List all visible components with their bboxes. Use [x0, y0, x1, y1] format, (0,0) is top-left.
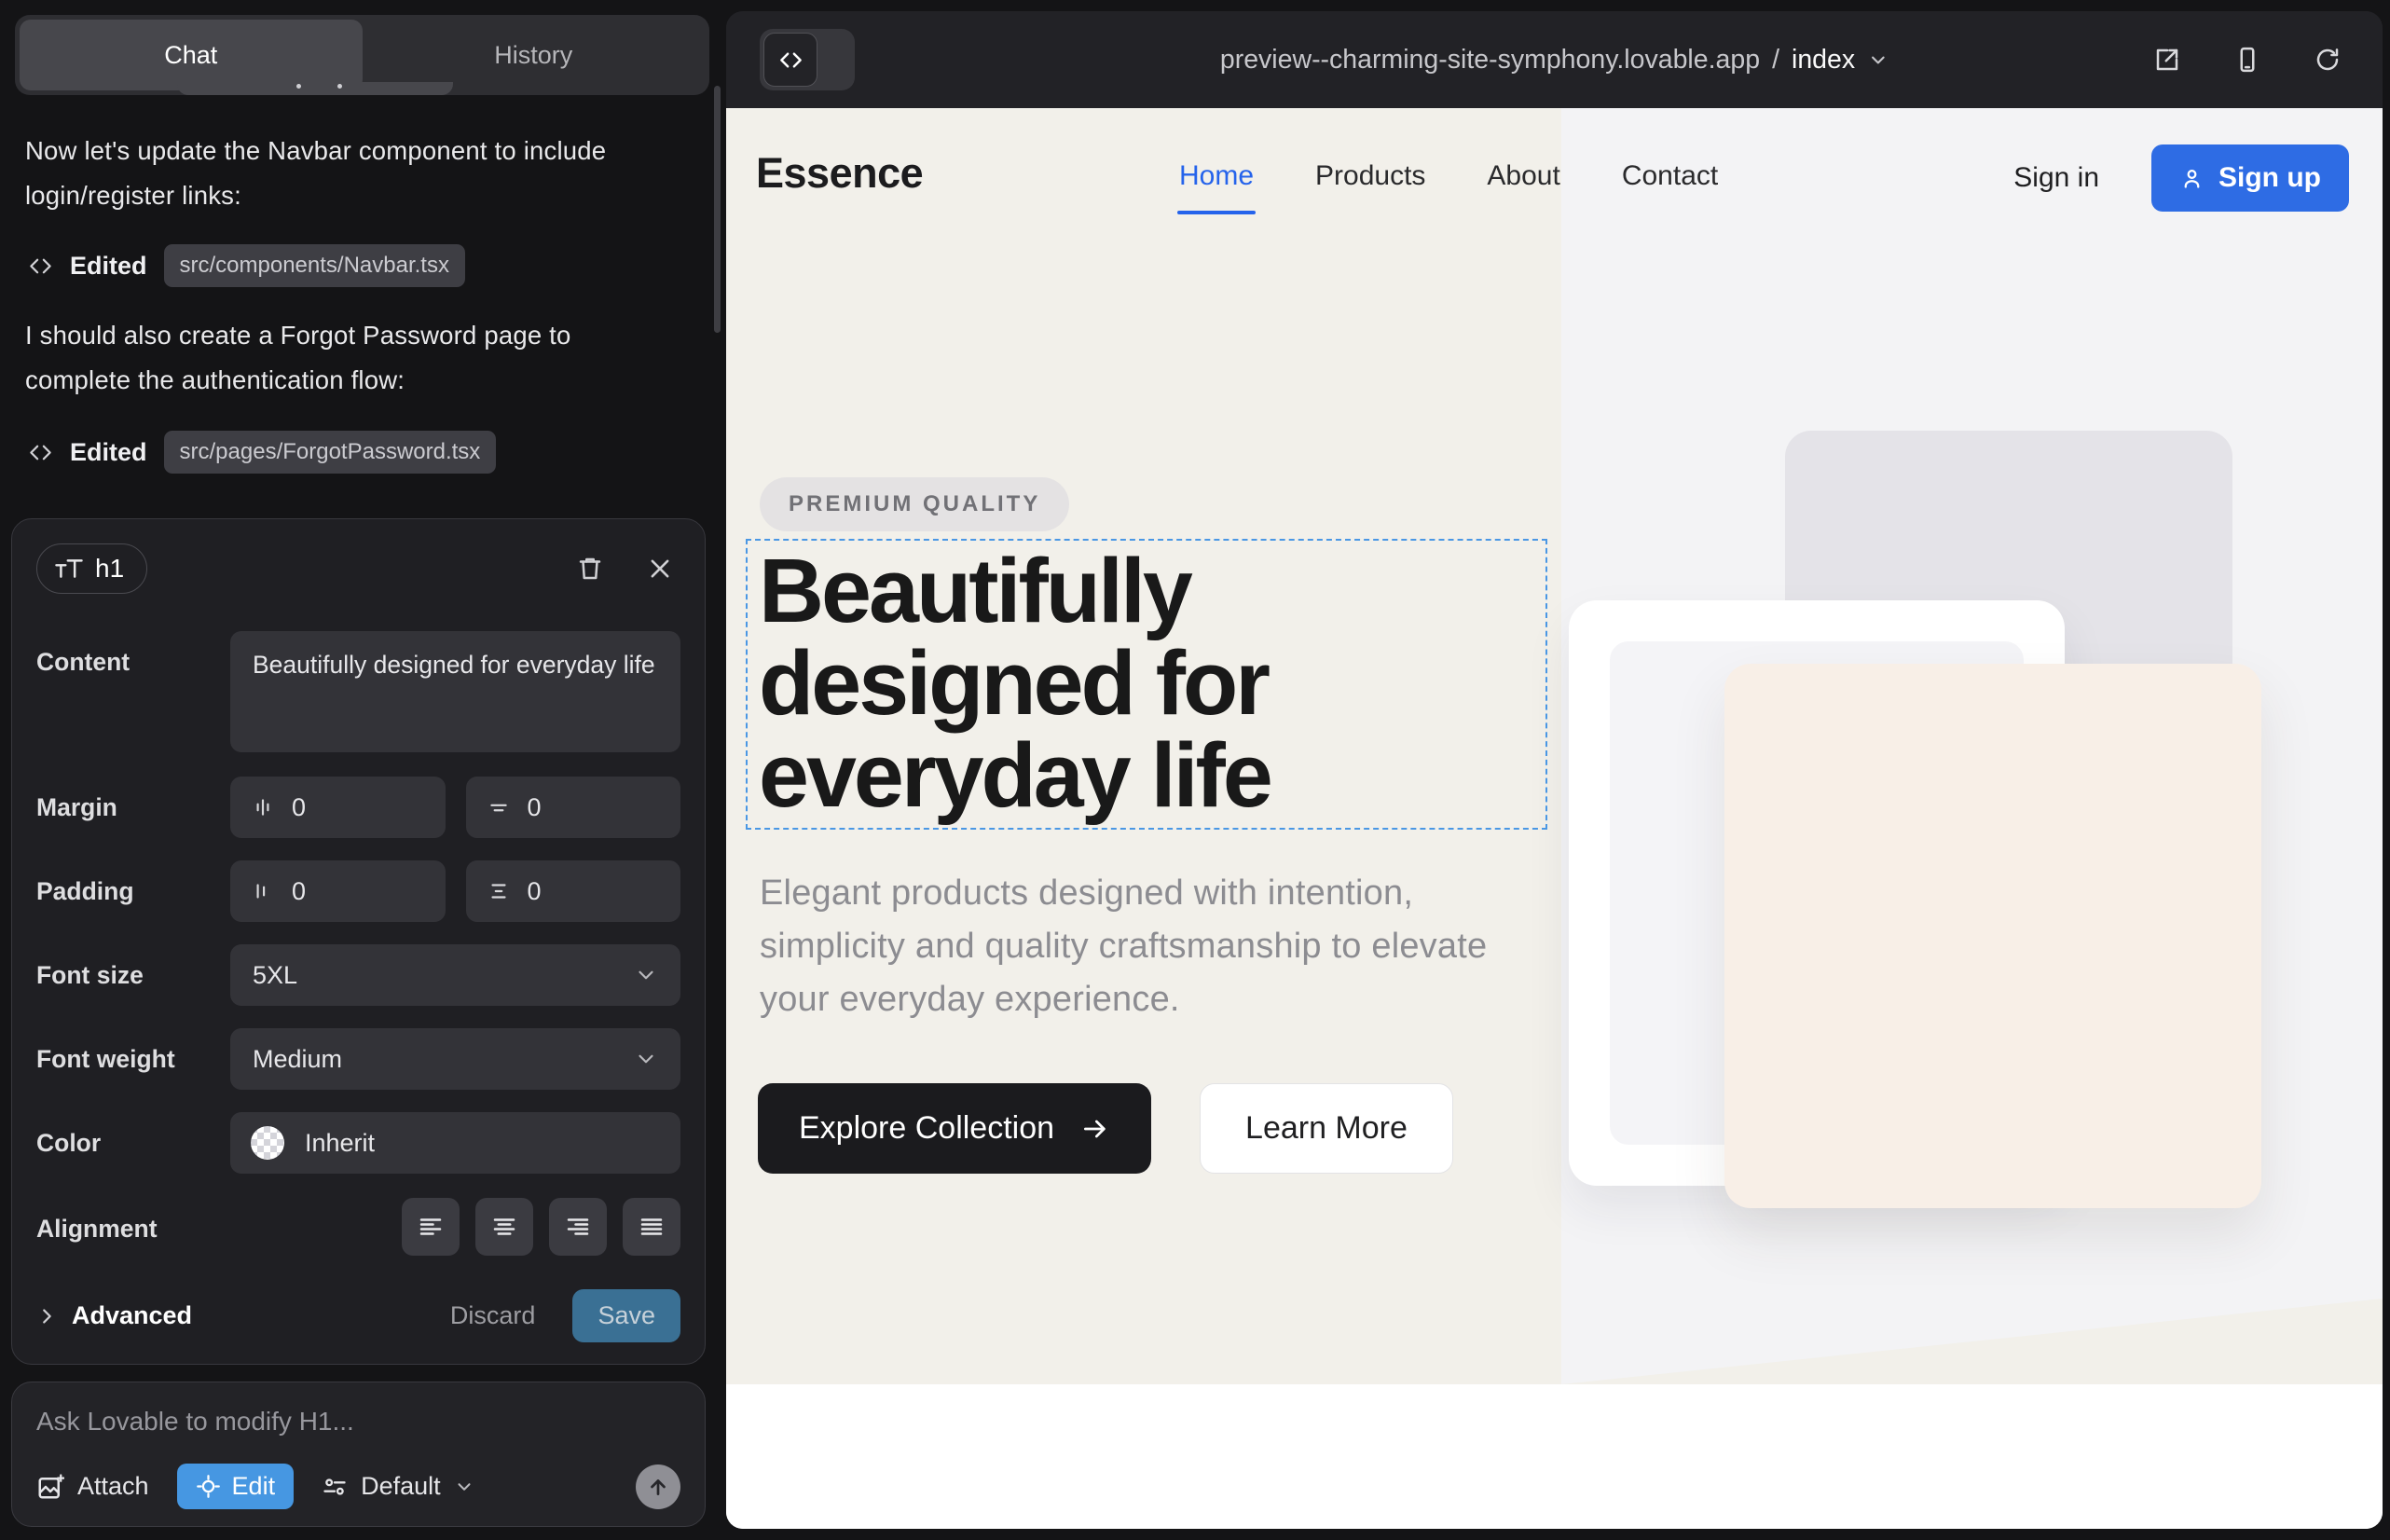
- code-icon: [28, 254, 53, 279]
- align-right-button[interactable]: [549, 1198, 607, 1256]
- image-plus-icon: [36, 1473, 64, 1501]
- text-size-icon: [54, 557, 84, 581]
- margin-horizontal-icon: [251, 795, 275, 819]
- alignment-label: Alignment: [36, 1198, 230, 1244]
- send-button[interactable]: [636, 1464, 680, 1509]
- hero-description: Elegant products designed with intention…: [760, 867, 1533, 1026]
- padding-horizontal-icon: [251, 879, 275, 903]
- nav-link-contact[interactable]: Contact: [1622, 160, 1718, 192]
- url-bar[interactable]: preview--charming-site-symphony.lovable.…: [1220, 11, 1889, 108]
- code-view-segment[interactable]: [763, 33, 817, 87]
- nav-link-about[interactable]: About: [1487, 160, 1559, 192]
- padding-vertical-icon: [487, 879, 511, 903]
- element-tag-label: h1: [95, 554, 124, 584]
- target-icon: [196, 1474, 221, 1499]
- margin-label: Margin: [36, 777, 230, 822]
- align-left-button[interactable]: [402, 1198, 460, 1256]
- explore-collection-button[interactable]: Explore Collection: [758, 1083, 1151, 1174]
- file-chip[interactable]: src/components/Navbar.tsx: [164, 244, 465, 287]
- arrow-right-icon: [1080, 1114, 1110, 1144]
- sign-up-button[interactable]: Sign up: [2151, 144, 2349, 212]
- nav-link-products[interactable]: Products: [1315, 160, 1425, 192]
- url-page: index: [1792, 45, 1855, 76]
- next-section: [726, 1384, 2383, 1529]
- site-brand[interactable]: Essence: [756, 149, 923, 198]
- padding-label: Padding: [36, 860, 230, 906]
- element-tag-badge: h1: [36, 543, 147, 594]
- code-icon: [778, 48, 804, 73]
- margin-vertical-icon: [487, 795, 511, 819]
- close-editor-button[interactable]: [647, 556, 673, 582]
- edited-label: Edited: [70, 252, 147, 281]
- color-select[interactable]: Inherit: [230, 1112, 680, 1174]
- learn-more-button[interactable]: Learn More: [1200, 1083, 1453, 1174]
- refresh-icon[interactable]: [2314, 46, 2342, 74]
- chevron-down-icon: [634, 963, 658, 987]
- tab-chat[interactable]: Chat: [20, 20, 363, 90]
- chevron-down-icon: [1867, 49, 1889, 71]
- edit-mode-button[interactable]: Edit: [177, 1464, 295, 1509]
- app-window: Chat History Now let's update the Navbar…: [0, 0, 2390, 1540]
- open-in-new-tab-icon[interactable]: [2153, 46, 2181, 74]
- hero-beige-card: [1724, 664, 2261, 1208]
- file-chip[interactable]: src/pages/ForgotPassword.tsx: [164, 431, 497, 474]
- discard-button[interactable]: Discard: [450, 1301, 536, 1330]
- scrolled-chip-partial: [177, 82, 453, 95]
- arrow-up-icon: [646, 1475, 670, 1499]
- sign-in-link[interactable]: Sign in: [2013, 162, 2099, 194]
- mobile-view-icon[interactable]: [2233, 46, 2261, 74]
- code-preview-toggle[interactable]: [760, 29, 855, 90]
- chat-panel: Chat History Now let's update the Navbar…: [0, 0, 726, 1540]
- tab-history[interactable]: History: [363, 20, 706, 90]
- person-icon: [2179, 166, 2205, 191]
- edited-label: Edited: [70, 438, 147, 467]
- font-weight-label: Font weight: [36, 1028, 230, 1074]
- sliders-icon: [322, 1474, 348, 1500]
- content-input[interactable]: Beautifully designed for everyday life: [230, 631, 680, 752]
- margin-y-input[interactable]: 0: [466, 777, 681, 838]
- chevron-down-icon: [634, 1047, 658, 1071]
- font-weight-select[interactable]: Medium: [230, 1028, 680, 1090]
- composer-input[interactable]: Ask Lovable to modify H1...: [36, 1407, 680, 1437]
- chat-composer: Ask Lovable to modify H1... Attach Edit: [11, 1382, 706, 1527]
- hero-diagonal-wedge: [1561, 1299, 2383, 1384]
- code-icon: [28, 440, 53, 465]
- content-label: Content: [36, 631, 230, 677]
- font-size-label: Font size: [36, 944, 230, 990]
- preview-window: preview--charming-site-symphony.lovable.…: [726, 11, 2383, 1529]
- site-page: Essence Home Products About Contact Sign…: [726, 108, 2383, 1529]
- align-justify-button[interactable]: [623, 1198, 680, 1256]
- margin-x-input[interactable]: 0: [230, 777, 446, 838]
- attach-button[interactable]: Attach: [36, 1472, 149, 1501]
- padding-x-input[interactable]: 0: [230, 860, 446, 922]
- element-editor-panel: h1 Content Beautifully designed for ever…: [11, 518, 706, 1365]
- font-size-select[interactable]: 5XL: [230, 944, 680, 1006]
- hero-headline[interactable]: Beautifully designed for everyday life: [759, 544, 1545, 821]
- save-button[interactable]: Save: [572, 1289, 680, 1342]
- url-host: preview--charming-site-symphony.lovable.…: [1220, 45, 1760, 76]
- url-separator: /: [1772, 45, 1779, 76]
- chat-scrollbar[interactable]: [714, 86, 721, 333]
- assistant-message: Now let's update the Navbar component to…: [25, 129, 652, 218]
- align-center-button[interactable]: [475, 1198, 533, 1256]
- h1-selection-outline[interactable]: Beautifully designed for everyday life: [746, 539, 1547, 830]
- padding-y-input[interactable]: 0: [466, 860, 681, 922]
- nav-link-home[interactable]: Home: [1179, 160, 1254, 192]
- site-navbar: Essence Home Products About Contact Sign…: [726, 108, 2383, 248]
- edited-file-row: Edited src/pages/ForgotPassword.tsx: [28, 431, 496, 474]
- assistant-message: I should also create a Forgot Password p…: [25, 313, 652, 403]
- color-swatch-transparent: [251, 1126, 284, 1160]
- color-label: Color: [36, 1112, 230, 1158]
- premium-quality-badge: PREMIUM QUALITY: [760, 477, 1069, 531]
- browser-toolbar: preview--charming-site-symphony.lovable.…: [726, 11, 2383, 108]
- edited-file-row: Edited src/components/Navbar.tsx: [28, 244, 465, 287]
- chat-mode-selector[interactable]: Default: [322, 1472, 474, 1501]
- delete-element-button[interactable]: [576, 555, 604, 583]
- chevron-down-icon: [454, 1477, 474, 1497]
- chevron-right-icon: [36, 1306, 57, 1327]
- advanced-toggle[interactable]: Advanced: [36, 1301, 192, 1330]
